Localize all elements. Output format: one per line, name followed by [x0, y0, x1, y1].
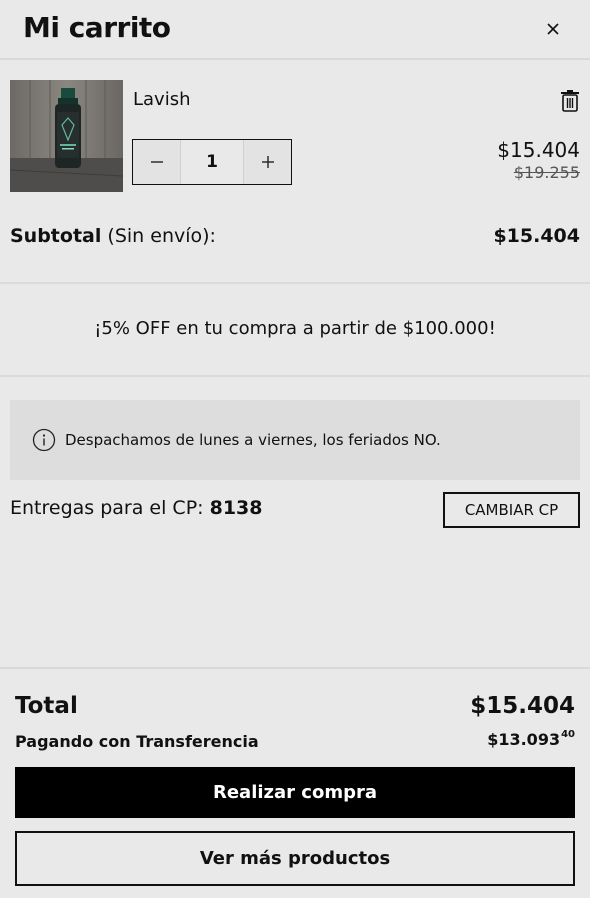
page-title: Mi carrito [23, 11, 171, 44]
subtotal-label-rest: (Sin envío): [101, 225, 216, 247]
divider [0, 375, 590, 377]
item-price: $15.404 [497, 138, 580, 162]
promo-banner: ¡5% OFF en tu compra a partir de $100.00… [94, 318, 496, 339]
product-thumbnail[interactable] [10, 80, 123, 192]
transfer-price-value: $13.09340 [487, 729, 575, 749]
postal-code-line: Entregas para el CP: 8138 [10, 497, 262, 519]
change-postal-code-button[interactable]: CAMBIAR CP [443, 492, 580, 528]
product-name[interactable]: Lavish [133, 89, 191, 110]
subtotal-label: Subtotal (Sin envío): [10, 225, 216, 247]
postal-code-value: 8138 [209, 497, 263, 519]
checkout-button[interactable]: Realizar compra [15, 767, 575, 818]
transfer-price-cents: 40 [561, 729, 575, 740]
trash-icon [561, 90, 579, 112]
plus-icon [261, 156, 274, 168]
close-button[interactable] [538, 14, 568, 44]
close-icon [547, 23, 559, 35]
decrease-quantity-button[interactable] [133, 140, 181, 184]
cart-header: Mi carrito [0, 0, 590, 60]
divider [0, 282, 590, 284]
delete-item-button[interactable] [558, 88, 582, 114]
increase-quantity-button[interactable] [243, 140, 291, 184]
product-bottle-image [10, 80, 123, 192]
quantity-value[interactable]: 1 [181, 140, 243, 184]
shipping-info-box: Despachamos de lunes a viernes, los feri… [10, 400, 580, 480]
total-label: Total [15, 693, 78, 719]
cart-panel: Mi carrito Lavish 1 $15.404 $19.255 Subt… [0, 0, 590, 898]
info-icon [32, 428, 56, 452]
minus-icon [150, 161, 163, 163]
item-original-price: $19.255 [513, 163, 580, 182]
total-value: $15.404 [470, 693, 575, 719]
postal-code-label: Entregas para el CP: [10, 497, 210, 519]
transfer-price-amount: $13.093 [487, 730, 561, 749]
checkout-footer: Total $15.404 Pagando con Transferencia … [0, 667, 590, 898]
more-products-button[interactable]: Ver más productos [15, 831, 575, 886]
transfer-price-label: Pagando con Transferencia [15, 732, 259, 751]
subtotal-label-bold: Subtotal [10, 225, 102, 247]
quantity-stepper: 1 [132, 139, 292, 185]
info-text: Despachamos de lunes a viernes, los feri… [65, 431, 441, 449]
subtotal-value: $15.404 [493, 225, 580, 247]
